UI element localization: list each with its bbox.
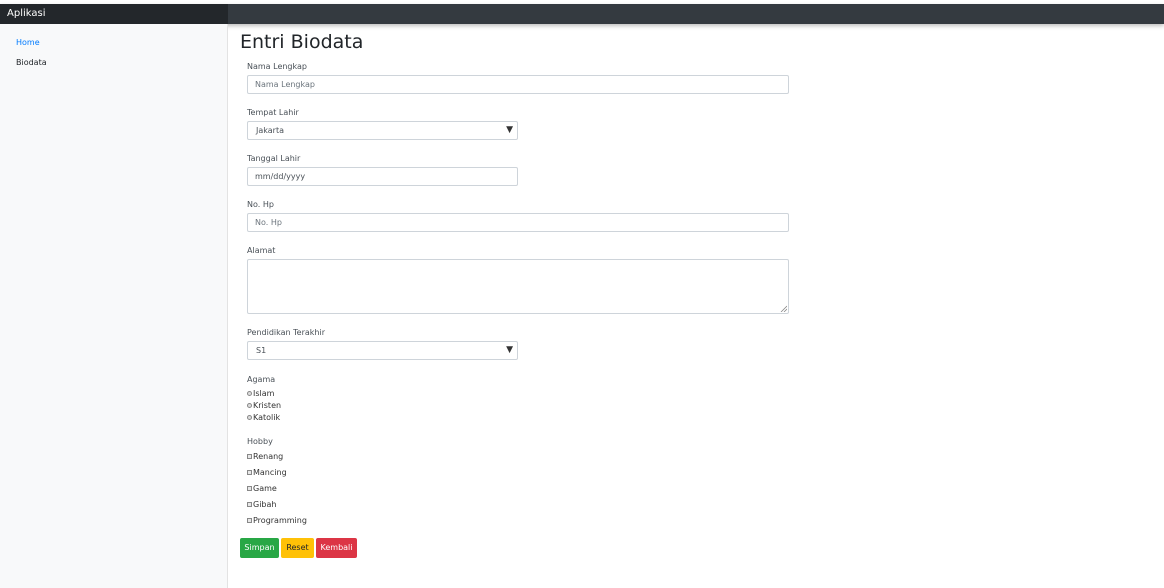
tempat-select[interactable]: Jakarta ▼	[247, 121, 518, 140]
chevron-down-icon: ▼	[506, 125, 513, 135]
navbar: Aplikasi	[0, 4, 1164, 24]
hp-input[interactable]: No. Hp	[247, 213, 789, 232]
checkbox-label: Game	[253, 483, 277, 493]
nama-input[interactable]: Nama Lengkap	[247, 75, 789, 94]
radio-icon[interactable]	[247, 414, 252, 420]
back-button[interactable]: Kembali	[316, 538, 357, 558]
checkbox-label: Gibah	[253, 499, 277, 509]
checkbox-label: Mancing	[253, 467, 287, 477]
tempat-select-value: Jakarta	[256, 126, 284, 135]
resize-grip-icon[interactable]	[780, 305, 787, 312]
pendidikan-select-value: S1	[256, 346, 267, 355]
radio-label: Kristen	[253, 400, 282, 410]
checkbox-option[interactable]: Programming	[247, 515, 307, 525]
hp-label: No. Hp	[247, 200, 274, 209]
pendidikan-label: Pendidikan Terakhir	[247, 328, 325, 337]
checkbox-label: Renang	[253, 451, 284, 461]
checkbox-option[interactable]: Game	[247, 483, 277, 493]
checkbox-icon[interactable]	[247, 485, 252, 491]
chevron-down-icon: ▼	[506, 345, 513, 355]
sidebar-item-biodata[interactable]: Biodata	[16, 58, 47, 67]
checkbox-option[interactable]: Renang	[247, 451, 283, 461]
reset-button[interactable]: Reset	[281, 538, 314, 558]
page-title: Entri Biodata	[240, 31, 364, 53]
brand-title[interactable]: Aplikasi	[0, 4, 228, 24]
radio-icon[interactable]	[247, 402, 252, 408]
hobby-label: Hobby	[247, 437, 273, 446]
radio-label: Katolik	[253, 412, 281, 422]
checkbox-icon[interactable]	[247, 453, 252, 459]
radio-icon[interactable]	[247, 390, 252, 396]
checkbox-icon[interactable]	[247, 501, 252, 507]
radio-option[interactable]: Kristen	[247, 400, 281, 410]
radio-label: Islam	[253, 388, 275, 398]
checkbox-icon[interactable]	[247, 469, 252, 475]
tanggal-label: Tanggal Lahir	[247, 154, 301, 163]
nama-label: Nama Lengkap	[247, 62, 307, 71]
tanggal-input[interactable]: mm/dd/yyyy	[247, 167, 518, 186]
radio-option[interactable]: Islam	[247, 388, 274, 398]
checkbox-option[interactable]: Mancing	[247, 467, 287, 477]
save-button[interactable]: Simpan	[240, 538, 279, 558]
checkbox-label: Programming	[253, 515, 307, 525]
pendidikan-select[interactable]: S1 ▼	[247, 341, 518, 360]
checkbox-icon[interactable]	[247, 517, 252, 523]
alamat-textarea[interactable]	[247, 259, 789, 314]
sidebar-item-home[interactable]: Home	[16, 38, 40, 47]
checkbox-option[interactable]: Gibah	[247, 499, 276, 509]
sidebar: Home Biodata	[0, 24, 228, 588]
radio-option[interactable]: Katolik	[247, 412, 280, 422]
alamat-label: Alamat	[247, 246, 276, 255]
agama-label: Agama	[247, 375, 276, 384]
tempat-label: Tempat Lahir	[247, 108, 299, 117]
